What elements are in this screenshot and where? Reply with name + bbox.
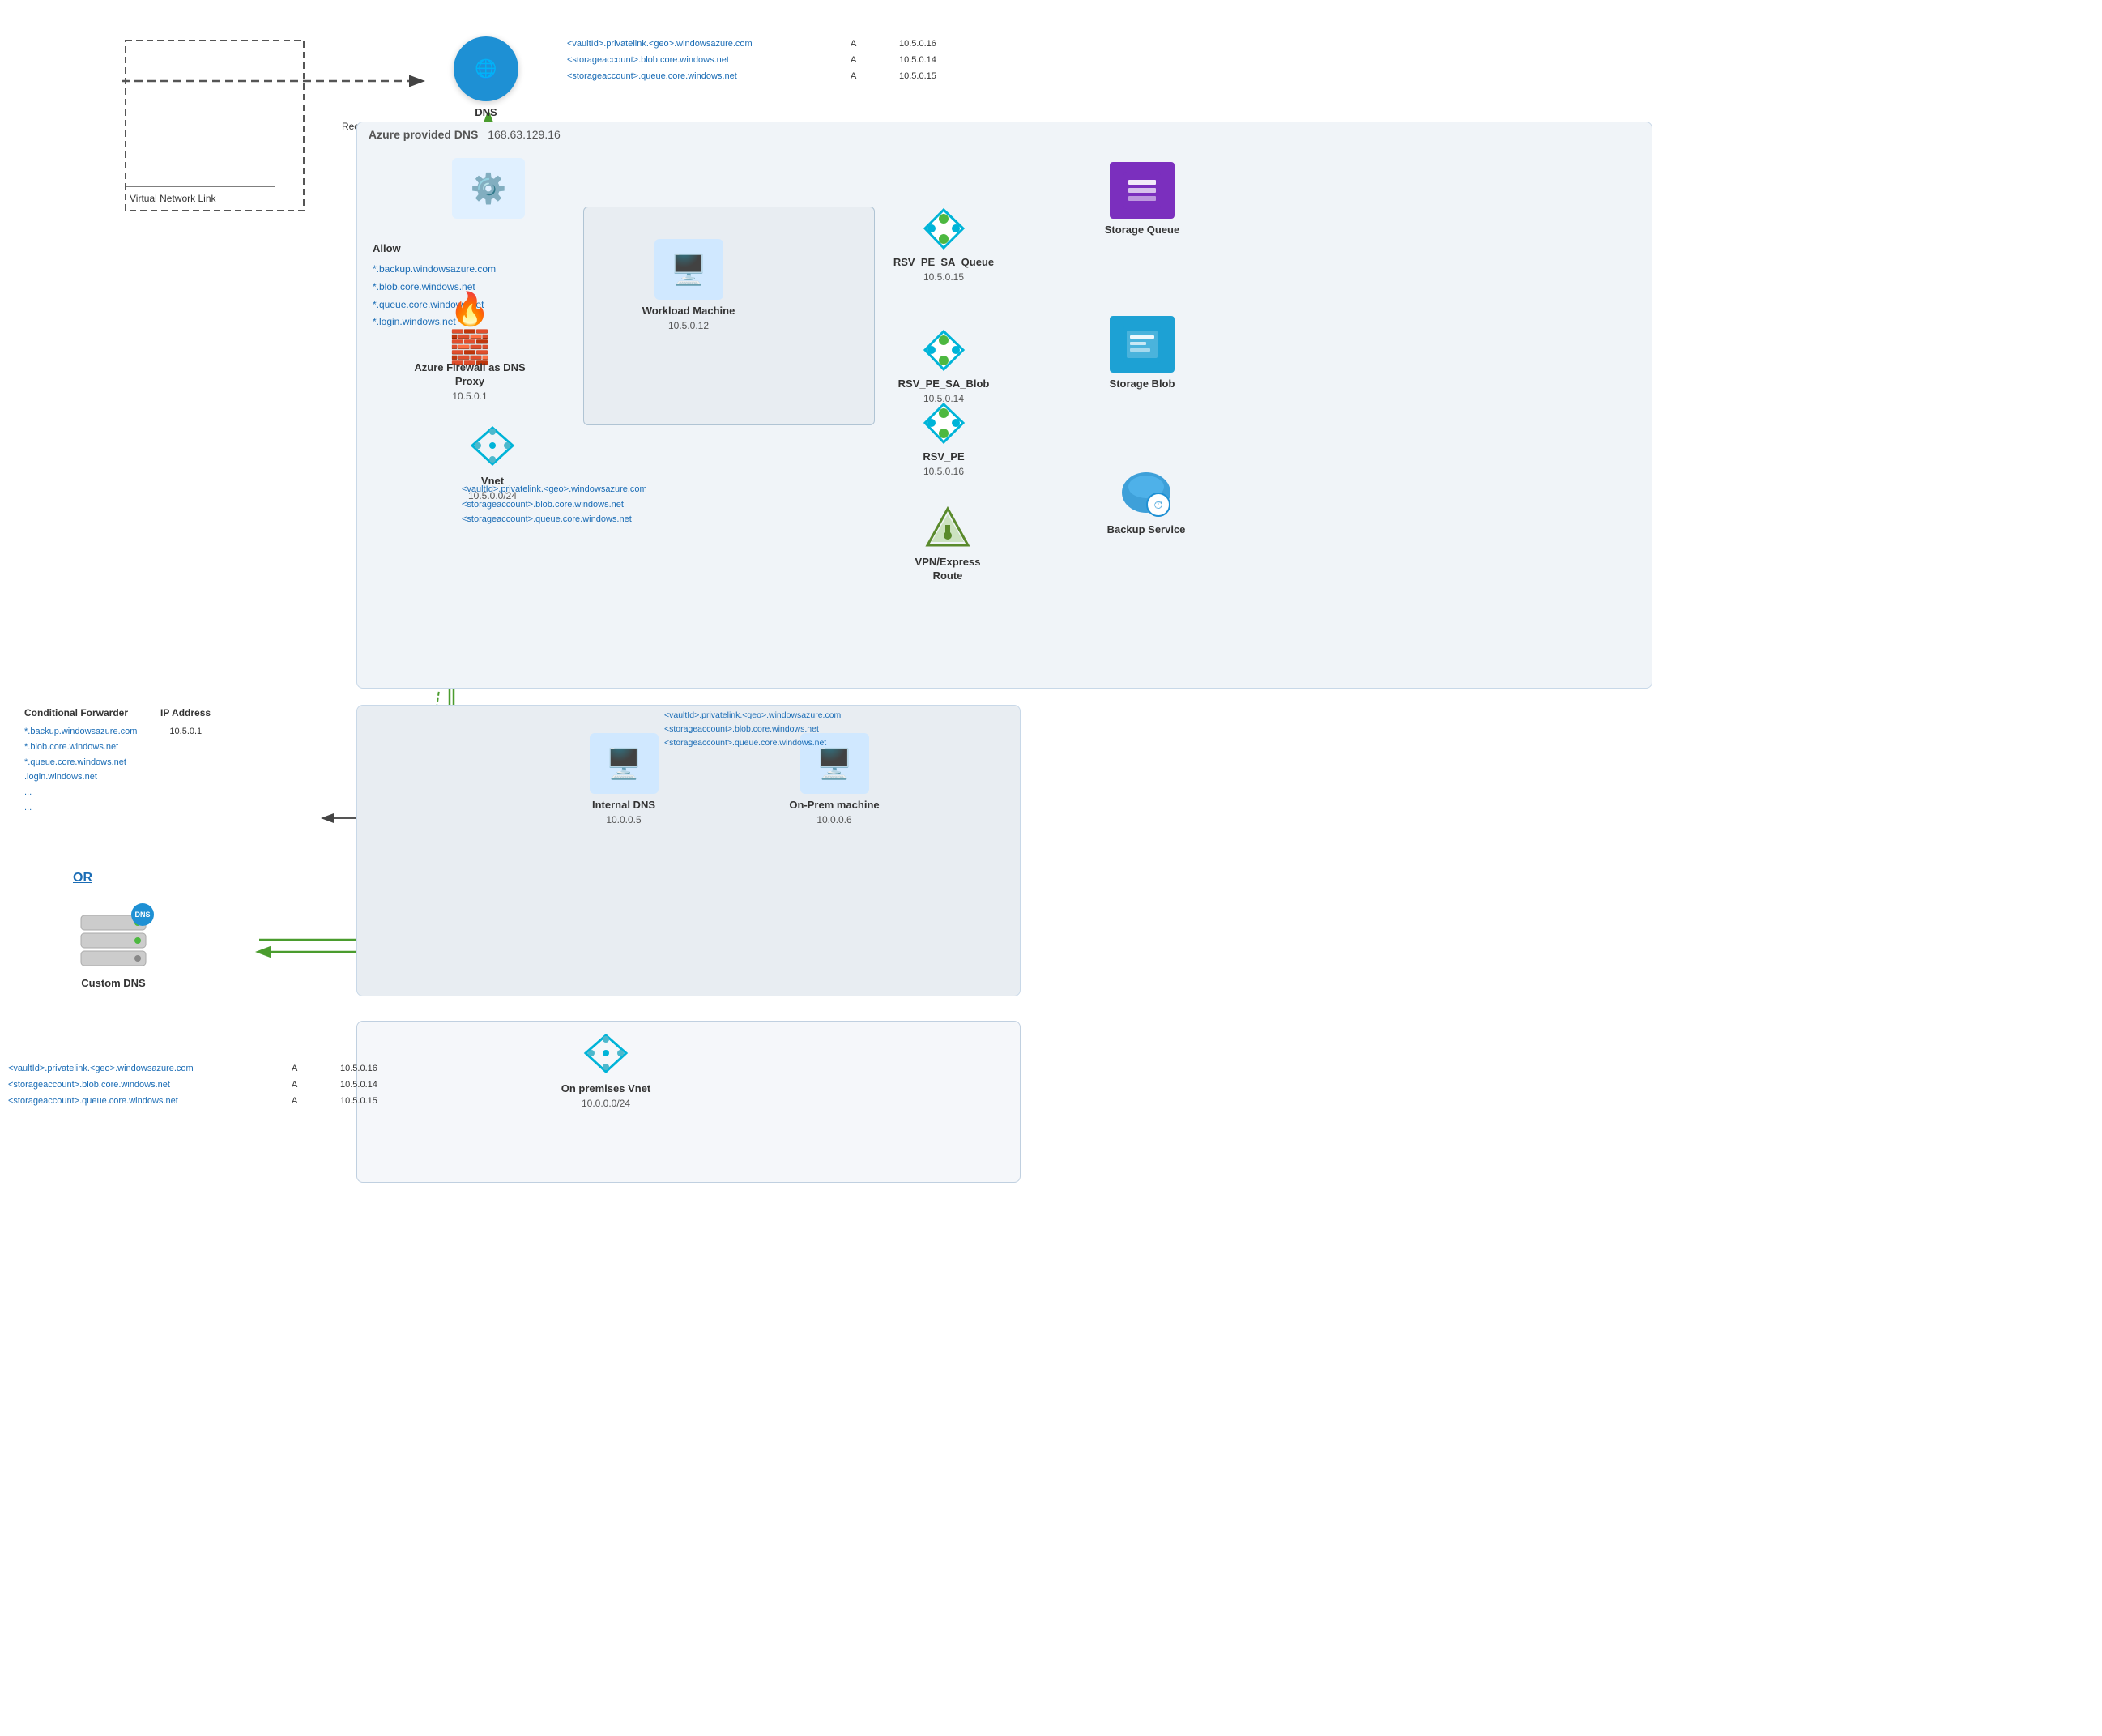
azure-dns-region — [356, 122, 1652, 689]
on-prem-vnet-node: On premises Vnet 10.0.0.0/24 — [541, 1029, 671, 1109]
backup-service-icon: ⏱ — [1114, 462, 1179, 518]
firewall-ip: 10.5.0.1 — [452, 390, 487, 402]
svg-text:⏱: ⏱ — [1154, 498, 1163, 511]
storage-queue-node: Storage Queue — [1094, 162, 1191, 237]
rsv-pe-sa-queue-ip: 10.5.0.15 — [923, 271, 964, 283]
dns-bottom-row-3: <storageaccount>.queue.core.windows.net … — [8, 1094, 377, 1110]
storage-queue-label: Storage Queue — [1105, 224, 1179, 237]
diagram: 🌐 DNS Recursive DNS resolution via priva… — [0, 0, 2102, 1736]
dns-row-1: <vaultId>.privatelink.<geo>.windowsazure… — [567, 36, 936, 53]
backup-service-node: ⏱ Backup Service — [1094, 462, 1199, 537]
vnet-icon — [464, 421, 521, 470]
on-prem-dns-table: <vaultId>.privatelink.<geo>.windowsazure… — [664, 709, 841, 749]
dns-row-3: <storageaccount>.queue.core.windows.net … — [567, 69, 936, 85]
dns-icon: 🌐 — [454, 36, 518, 101]
rsv-pe-label: RSV_PE — [923, 450, 964, 464]
dns-table-top: <vaultId>.privatelink.<geo>.windowsazure… — [567, 36, 936, 84]
on-prem-vnet-cidr: 10.0.0.0/24 — [582, 1098, 630, 1109]
conditional-forwarder: Conditional Forwarder IP Address *.backu… — [24, 705, 211, 816]
workload-machine-label: Workload Machine — [642, 305, 735, 318]
dns-label: DNS — [475, 106, 497, 120]
on-prem-machine-ip: 10.0.0.6 — [816, 814, 851, 825]
rsv-pe-sa-blob-node: RSV_PE_SA_Blob 10.5.0.14 — [891, 328, 996, 404]
storage-blob-label: Storage Blob — [1110, 377, 1175, 391]
azure-dns-label: Azure provided DNS 168.63.129.16 — [369, 128, 561, 141]
firewall-node: 🔥🧱 Azure Firewall as DNS Proxy 10.5.0.1 — [405, 300, 535, 402]
on-prem-machine-label: On-Prem machine — [789, 799, 879, 813]
rsv-pe-node: RSV_PE 10.5.0.16 — [891, 401, 996, 477]
backup-service-label: Backup Service — [1107, 523, 1186, 537]
workload-machine-icon: 🖥️ — [654, 239, 723, 300]
storage-blob-node: Storage Blob — [1094, 316, 1191, 391]
rsv-pe-sa-queue-label: RSV_PE_SA_Queue — [893, 256, 994, 270]
dns-row-2: <storageaccount>.blob.core.windows.net A… — [567, 53, 936, 69]
workload-machine-ip: 10.5.0.12 — [668, 320, 709, 331]
vpn-express-node: VPN/Express Route — [899, 502, 996, 583]
dns-node: 🌐 DNS — [429, 36, 543, 120]
azure-dns-resolver-node: ⚙️ — [444, 158, 533, 219]
on-prem-vnet-icon — [578, 1029, 634, 1077]
virtual-network-link-text: Virtual Network Link — [130, 193, 216, 204]
dns-table-bottom: <vaultId>.privatelink.<geo>.windowsazure… — [8, 1061, 377, 1109]
rsv-pe-sa-queue-node: RSV_PE_SA_Queue 10.5.0.15 — [891, 207, 996, 283]
on-prem-vnet-label: On premises Vnet — [561, 1082, 651, 1096]
vpn-icon — [919, 502, 976, 551]
dns-bottom-row-2: <storageaccount>.blob.core.windows.net A… — [8, 1077, 377, 1094]
custom-dns-label: Custom DNS — [81, 977, 145, 991]
pe-rsv-icon — [922, 401, 966, 446]
or-link[interactable]: OR — [73, 871, 92, 885]
internal-dns-ip: 10.0.0.5 — [606, 814, 641, 825]
workload-machine-node: 🖥️ Workload Machine 10.5.0.12 — [632, 239, 745, 331]
firewall-label: Azure Firewall as DNS Proxy — [405, 361, 535, 389]
dns-bottom-row-1: <vaultId>.privatelink.<geo>.windowsazure… — [8, 1061, 377, 1077]
custom-dns-node: DNS Custom DNS — [49, 907, 178, 991]
internal-dns-node: 🖥️ Internal DNS 10.0.0.5 — [567, 733, 680, 825]
storage-blob-icon — [1110, 316, 1175, 373]
middle-dns-table: <vaultId>.privatelink.<geo>.windowsazure… — [462, 482, 647, 527]
internal-dns-label: Internal DNS — [592, 799, 655, 813]
internal-dns-icon: 🖥️ — [590, 733, 659, 794]
rsv-pe-ip: 10.5.0.16 — [923, 466, 964, 477]
vpn-label: VPN/Express Route — [899, 556, 996, 583]
firewall-icon: 🔥🧱 — [437, 300, 502, 356]
pe-blob-icon — [922, 328, 966, 373]
gear-icon: ⚙️ — [452, 158, 525, 219]
on-prem-vnet-region — [356, 1021, 1021, 1183]
custom-dns-icon: DNS — [77, 907, 150, 972]
storage-queue-icon — [1110, 162, 1175, 219]
pe-queue-icon — [922, 207, 966, 251]
rsv-pe-sa-blob-label: RSV_PE_SA_Blob — [898, 377, 990, 391]
